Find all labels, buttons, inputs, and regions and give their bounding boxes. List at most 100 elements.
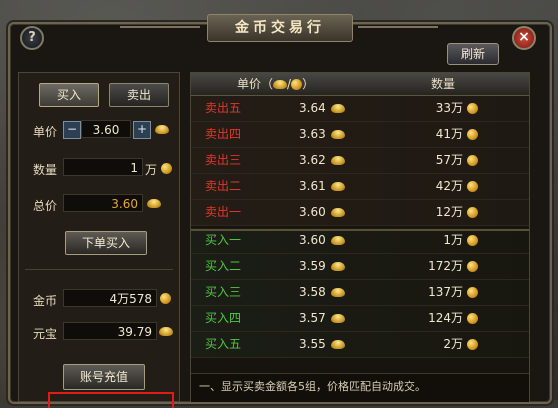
unit-price-input[interactable]: 3.60	[81, 120, 131, 138]
quantity-input[interactable]: 1	[63, 158, 143, 176]
yuanbao-icon	[331, 314, 345, 323]
sell-order-row[interactable]: 卖出五 3.64 33万	[191, 96, 529, 122]
order-level-name: 卖出四	[205, 127, 242, 141]
highlight-box	[48, 392, 174, 408]
sell-order-row[interactable]: 卖出一 3.60 12万	[191, 200, 529, 226]
yuanbao-icon	[331, 340, 345, 349]
order-level-name: 买入五	[205, 337, 242, 351]
order-price: 3.59	[299, 259, 326, 273]
sell-order-row[interactable]: 卖出二 3.61 42万	[191, 174, 529, 200]
sell-order-row[interactable]: 卖出三 3.62 57万	[191, 148, 529, 174]
quantity-unit: 万	[145, 163, 158, 177]
order-quantity: 33万	[435, 101, 463, 115]
order-price: 3.60	[299, 205, 326, 219]
yuanbao-icon	[273, 80, 288, 89]
sell-order-row[interactable]: 卖出四 3.63 41万	[191, 122, 529, 148]
gold-coin-icon	[467, 235, 478, 246]
yuanbao-icon	[331, 262, 345, 271]
order-quantity: 137万	[428, 285, 463, 299]
order-quantity: 1万	[443, 233, 463, 247]
order-quantity: 2万	[443, 337, 463, 351]
help-button[interactable]: ?	[20, 26, 44, 50]
gold-coin-icon	[467, 261, 478, 272]
buy-order-row[interactable]: 买入五 3.55 2万	[191, 332, 529, 358]
header-price-label: 单价（	[237, 77, 274, 91]
buy-order-row[interactable]: 买入三 3.58 137万	[191, 280, 529, 306]
gold-coin-icon	[467, 129, 478, 140]
gold-coin-icon	[467, 155, 478, 166]
gold-coin-icon	[467, 313, 478, 324]
order-book-header: 单价（ /） 数量	[191, 73, 529, 96]
gold-balance-label: 金币	[33, 294, 58, 308]
order-quantity: 57万	[435, 153, 463, 167]
order-price: 3.64	[299, 101, 326, 115]
gold-coin-icon	[467, 287, 478, 298]
yuanbao-balance-label: 元宝	[33, 327, 58, 341]
gold-coin-icon	[467, 339, 478, 350]
yuanbao-balance-value: 39.79	[63, 322, 157, 340]
tab-buy[interactable]: 买入	[39, 83, 99, 107]
notes-area: 一、显示买卖金额各5组，价格匹配自动成交。	[191, 373, 529, 402]
yuanbao-icon	[331, 208, 345, 217]
yuanbao-icon	[331, 182, 345, 191]
gold-coin-icon	[291, 79, 303, 90]
yuanbao-icon	[331, 156, 345, 165]
order-level-name: 卖出二	[205, 179, 242, 193]
order-panel: 买入 卖出 单价 − 3.60 + 数量 1 万 总价 3.60 下单买入 金币…	[18, 72, 180, 402]
divider	[25, 269, 173, 270]
note-line: 一、显示买卖金额各5组，价格匹配自动成交。	[199, 380, 426, 393]
gold-coin-icon	[467, 207, 478, 218]
order-level-name: 买入二	[205, 259, 242, 273]
yuanbao-icon	[331, 288, 345, 297]
order-quantity: 41万	[435, 127, 463, 141]
refresh-button[interactable]: 刷新	[447, 43, 499, 65]
gold-coin-icon	[467, 103, 478, 114]
order-quantity: 172万	[428, 259, 463, 273]
tab-sell[interactable]: 卖出	[109, 83, 169, 107]
title-ornament-right	[358, 26, 438, 28]
yuanbao-icon	[331, 104, 345, 113]
order-quantity: 12万	[435, 205, 463, 219]
order-price: 3.57	[299, 311, 326, 325]
buy-order-row[interactable]: 买入四 3.57 124万	[191, 306, 529, 332]
order-quantity: 124万	[428, 311, 463, 325]
gold-coin-icon	[160, 293, 171, 304]
buy-order-row[interactable]: 买入二 3.59 172万	[191, 254, 529, 280]
order-level-name: 卖出一	[205, 205, 242, 219]
order-level-name: 卖出五	[205, 101, 242, 115]
order-price: 3.61	[299, 179, 326, 193]
header-price-end: ）	[302, 77, 315, 91]
order-level-name: 买入一	[205, 233, 242, 247]
header-price: 单价（ /）	[237, 73, 314, 95]
price-decrease-button[interactable]: −	[63, 121, 81, 139]
yuanbao-icon	[159, 327, 173, 336]
total-price-value: 3.60	[63, 194, 143, 212]
total-price-label: 总价	[33, 199, 58, 213]
gold-coin-icon	[161, 163, 172, 174]
header-quantity: 数量	[431, 77, 456, 91]
yuanbao-icon	[155, 125, 169, 134]
window-title: 金币交易行	[207, 14, 353, 42]
order-price: 3.62	[299, 153, 326, 167]
order-quantity: 42万	[435, 179, 463, 193]
gold-coin-icon	[467, 181, 478, 192]
order-price: 3.55	[299, 337, 326, 351]
price-increase-button[interactable]: +	[133, 121, 151, 139]
sell-buy-divider	[191, 229, 529, 231]
order-level-name: 买入三	[205, 285, 242, 299]
yuanbao-icon	[331, 236, 345, 245]
buy-order-row[interactable]: 买入一 3.60 1万	[191, 228, 529, 254]
order-level-name: 卖出三	[205, 153, 242, 167]
unit-price-label: 单价	[33, 125, 58, 139]
yuanbao-icon	[147, 199, 161, 208]
place-buy-order-button[interactable]: 下单买入	[65, 231, 147, 255]
gold-balance-value: 4万578	[63, 289, 157, 307]
order-book: 单价（ /） 数量 卖出五 3.64 33万 卖出四 3.63 41万 卖出三 3.62 57万卖…	[190, 72, 530, 402]
account-recharge-button[interactable]: 账号充值	[63, 364, 145, 390]
order-price: 3.60	[299, 233, 326, 247]
title-ornament-left	[120, 26, 200, 28]
close-button[interactable]: ×	[512, 26, 536, 50]
yuanbao-icon	[331, 130, 345, 139]
order-price: 3.63	[299, 127, 326, 141]
quantity-label: 数量	[33, 163, 58, 177]
